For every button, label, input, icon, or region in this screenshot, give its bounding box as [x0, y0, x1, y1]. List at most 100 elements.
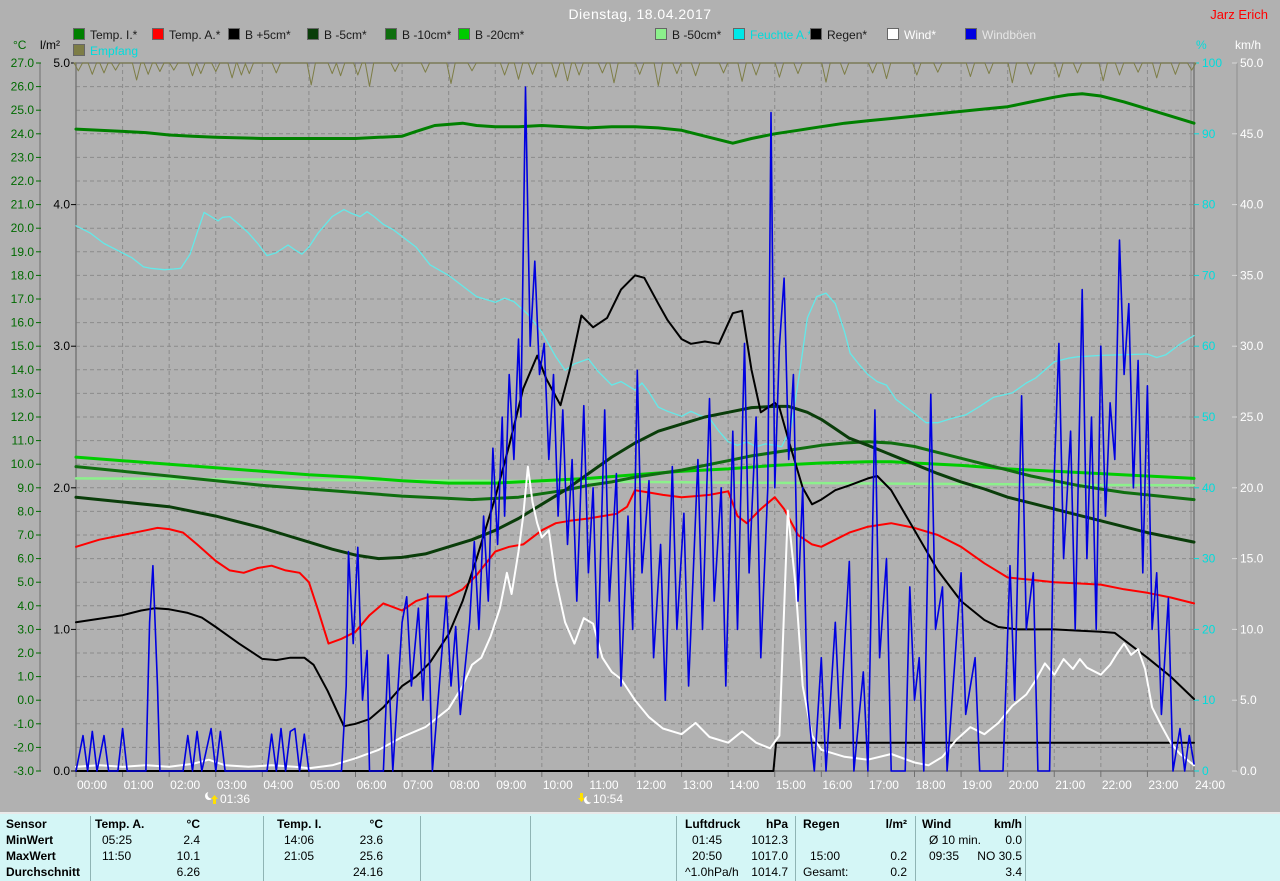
svg-text:03:00: 03:00 [217, 778, 247, 792]
svg-text:0.0: 0.0 [17, 693, 34, 707]
table-measure-value: 1017.0 [751, 849, 788, 863]
svg-text:0: 0 [1202, 764, 1209, 778]
svg-text:6.0: 6.0 [17, 552, 34, 566]
table-sensor-label: Luftdruck [685, 817, 740, 831]
svg-text:23.0: 23.0 [11, 150, 35, 164]
svg-text:17:00: 17:00 [869, 778, 899, 792]
svg-text:2.0: 2.0 [53, 481, 70, 495]
weather-chart-window: Dienstag, 18.04.2017 Jarz Erich °C l/m² … [0, 0, 1280, 881]
svg-text:17.0: 17.0 [11, 292, 35, 306]
table-separator [420, 816, 421, 881]
moon-rise-icon: 01:36 [205, 791, 250, 807]
moon-set-icon: 10:54 [578, 792, 623, 806]
svg-text:24.0: 24.0 [11, 127, 35, 141]
svg-text:30.0: 30.0 [1240, 339, 1264, 353]
table-measure-value: 10.1 [177, 849, 200, 863]
table-measure-value: 6.26 [177, 865, 200, 879]
svg-text:10.0: 10.0 [1240, 622, 1264, 636]
svg-text:11.0: 11.0 [12, 434, 35, 448]
svg-text:18:00: 18:00 [916, 778, 946, 792]
table-time-value: 01:45 [692, 833, 722, 847]
table-measure-value: 23.6 [360, 833, 383, 847]
table-measure-value: 3.4 [1005, 865, 1022, 879]
table-measure-value: 0.0 [1005, 833, 1022, 847]
svg-text:16.0: 16.0 [11, 316, 35, 330]
svg-text:11:00: 11:00 [589, 778, 618, 792]
gridlines [76, 63, 1194, 771]
table-sensor-label: Regen [803, 817, 840, 831]
table-row-label: MaxWert [6, 849, 56, 863]
svg-text:05:00: 05:00 [310, 778, 340, 792]
svg-text:4.0: 4.0 [53, 198, 70, 212]
svg-text:13.0: 13.0 [11, 386, 35, 400]
svg-text:3.0: 3.0 [17, 622, 34, 636]
table-sensor-unit: °C [187, 817, 200, 831]
svg-text:60: 60 [1202, 339, 1216, 353]
svg-text:25.0: 25.0 [11, 103, 35, 117]
svg-text:20:00: 20:00 [1009, 778, 1039, 792]
svg-text:16:00: 16:00 [822, 778, 852, 792]
svg-text:27.0: 27.0 [11, 56, 35, 70]
svg-text:3.0: 3.0 [53, 339, 70, 353]
svg-text:23:00: 23:00 [1148, 778, 1178, 792]
svg-text:24:00: 24:00 [1195, 778, 1225, 792]
axis-rain: 0.01.02.03.04.05.0 [53, 56, 76, 778]
svg-text:21:00: 21:00 [1055, 778, 1085, 792]
svg-text:5.0: 5.0 [1240, 693, 1257, 707]
axis-windspeed: 0.05.010.015.020.025.030.035.040.045.050… [1232, 56, 1264, 778]
table-separator [915, 816, 916, 881]
sun-moon-marker-time: 10:54 [593, 792, 623, 806]
sun-moon-marker-time: 01:36 [220, 792, 250, 806]
svg-text:22:00: 22:00 [1102, 778, 1132, 792]
svg-text:15:00: 15:00 [776, 778, 806, 792]
svg-text:20: 20 [1202, 622, 1216, 636]
svg-text:35.0: 35.0 [1240, 268, 1264, 282]
table-separator [676, 816, 677, 881]
svg-text:00:00: 00:00 [77, 778, 107, 792]
svg-text:01:00: 01:00 [124, 778, 154, 792]
svg-text:-3.0: -3.0 [13, 764, 34, 778]
table-separator [530, 816, 531, 881]
table-measure-value: 0.2 [890, 849, 907, 863]
svg-text:19:00: 19:00 [962, 778, 992, 792]
svg-text:15.0: 15.0 [11, 339, 35, 353]
svg-text:80: 80 [1202, 198, 1216, 212]
svg-text:20.0: 20.0 [11, 221, 35, 235]
table-row-label: Durchschnitt [6, 865, 80, 879]
svg-text:20.0: 20.0 [1240, 481, 1264, 495]
svg-text:07:00: 07:00 [403, 778, 433, 792]
svg-text:90: 90 [1202, 127, 1216, 141]
table-time-value: ^1.0hPa/h [685, 865, 739, 879]
svg-text:18.0: 18.0 [11, 268, 35, 282]
svg-text:14:00: 14:00 [729, 778, 759, 792]
table-time-value: 20:50 [692, 849, 722, 863]
table-sensor-unit: km/h [994, 817, 1022, 831]
table-sensor-unit: °C [370, 817, 383, 831]
table-separator [263, 816, 264, 881]
svg-text:14.0: 14.0 [11, 363, 35, 377]
svg-text:30: 30 [1202, 552, 1216, 566]
svg-text:-1.0: -1.0 [13, 717, 34, 731]
svg-text:50.0: 50.0 [1240, 56, 1264, 70]
chart-canvas: -3.0-2.0-1.00.01.02.03.04.05.06.07.08.09… [0, 0, 1280, 812]
svg-text:5.0: 5.0 [53, 56, 70, 70]
table-separator [795, 816, 796, 881]
svg-text:-2.0: -2.0 [13, 740, 34, 754]
svg-text:50: 50 [1202, 410, 1216, 424]
svg-text:13:00: 13:00 [683, 778, 713, 792]
table-time-value: 14:06 [284, 833, 314, 847]
table-measure-value: 25.6 [360, 849, 383, 863]
statistics-table: SensorMinWertMaxWertDurchschnittTemp. A.… [0, 812, 1280, 881]
svg-text:22.0: 22.0 [11, 174, 35, 188]
svg-text:02:00: 02:00 [170, 778, 200, 792]
table-time-value: 21:05 [284, 849, 314, 863]
svg-text:4.0: 4.0 [17, 599, 34, 613]
svg-text:40.0: 40.0 [1240, 198, 1264, 212]
svg-text:0.0: 0.0 [53, 764, 70, 778]
svg-text:10.0: 10.0 [11, 457, 35, 471]
table-sensor-label: Temp. A. [95, 817, 144, 831]
svg-text:19.0: 19.0 [11, 245, 35, 259]
axis-humidity: 0102030405060708090100 [1194, 56, 1222, 778]
table-sensor-unit: hPa [766, 817, 788, 831]
svg-text:5.0: 5.0 [17, 575, 34, 589]
